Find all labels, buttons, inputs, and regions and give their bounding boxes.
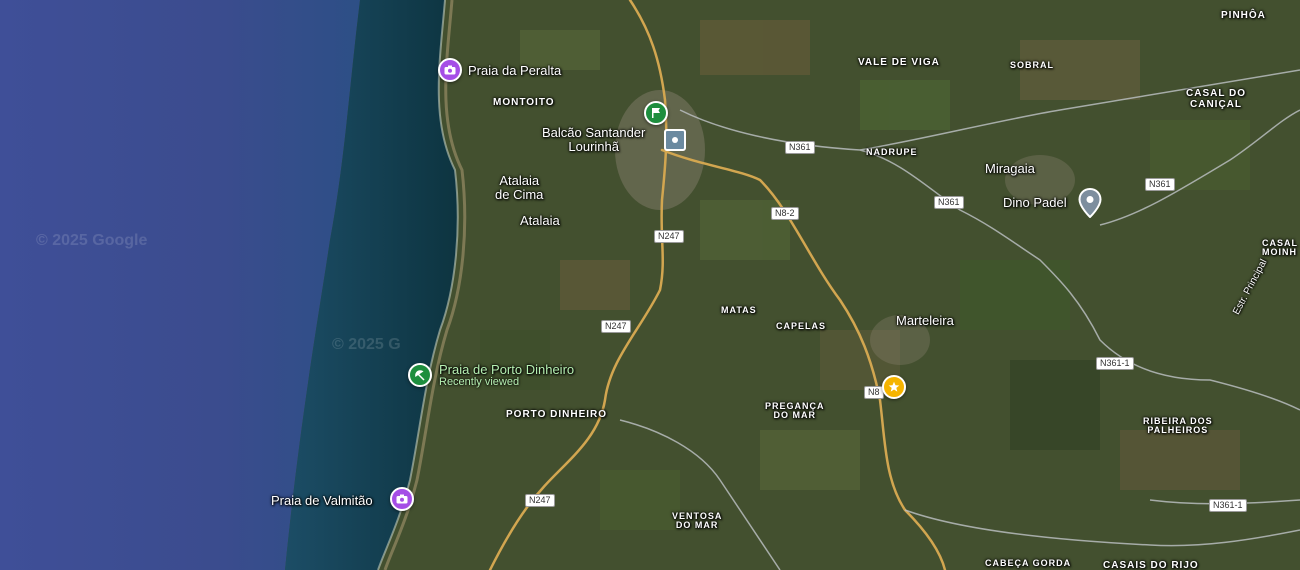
starred-place-pin[interactable] [882,375,906,399]
road-shield-n361: N361 [785,141,815,154]
map-canvas[interactable]: © 2025 Google © 2025 G N361 N361 N361 N8… [0,0,1300,570]
poi-label-praia-peralta[interactable]: Praia da Peralta [468,64,561,78]
beach-camera-pin[interactable] [390,487,414,511]
road-shield-n361: N361 [1145,178,1175,191]
map-watermark: © 2025 Google [36,232,148,249]
place-label: VALE DE VIGA [858,57,940,68]
road-shield-n361-1: N361-1 [1209,499,1247,512]
beach-camera-pin[interactable] [438,58,462,82]
place-label: CABEÇA GORDA [985,558,1072,568]
place-label: CASAL MOINH [1262,238,1298,258]
map-watermark: © 2025 G [332,336,401,353]
road-shield-n8: N8 [864,386,884,399]
map-pin-icon [1078,187,1102,219]
star-icon [888,381,900,392]
poi-label-praia-porto-dinheiro[interactable]: Praia de Porto Dinheiro [439,363,574,377]
place-label: Atalaia [520,213,560,228]
umbrella-icon [415,370,425,381]
place-label: CASAIS DO RIJO [1103,560,1199,570]
recently-viewed-label: Recently viewed [439,376,520,388]
beach-pin[interactable] [408,363,432,387]
place-label: Miragaia [985,161,1035,176]
poi-label-dino-padel[interactable]: Dino Padel [1003,196,1067,210]
road-shield-n247: N247 [601,320,631,333]
place-label: CAPELAS [776,321,827,331]
road-shield-n8-2: N8-2 [771,207,799,220]
camera-icon [444,65,456,75]
camera-icon [396,494,408,504]
flag-pin[interactable] [644,101,668,125]
place-label: PREGANÇA DO MAR [765,401,825,421]
place-label: SOBRAL [1010,60,1054,70]
poi-label-balcao-santander[interactable]: Balcão Santander Lourinhã [542,126,645,153]
place-label: RIBEIRA DOS PALHEIROS [1143,416,1213,436]
place-label: NADRUPE [866,147,918,157]
place-label: VENTOSA DO MAR [672,511,723,531]
satellite-imagery [0,0,1300,570]
road-shield-n361: N361 [934,196,964,209]
place-label: Atalaia de Cima [495,173,544,202]
bank-pin[interactable] [664,129,686,151]
road-shield-n247: N247 [654,230,684,243]
place-label: MATAS [721,305,757,315]
place-label: Marteleira [896,313,954,328]
road-shield-n247: N247 [525,494,555,507]
flag-icon [652,108,660,118]
road-shield-n361-1: N361-1 [1096,357,1134,370]
place-label: CASAL DO CANIÇAL [1186,88,1247,110]
location-pin[interactable] [1078,187,1102,219]
place-label: PORTO DINHEIRO [506,409,608,420]
poi-label-praia-valmitao[interactable]: Praia de Valmitão [271,494,373,508]
place-label: PINHÔA [1221,10,1266,21]
place-label: MONTOITO [493,97,555,108]
